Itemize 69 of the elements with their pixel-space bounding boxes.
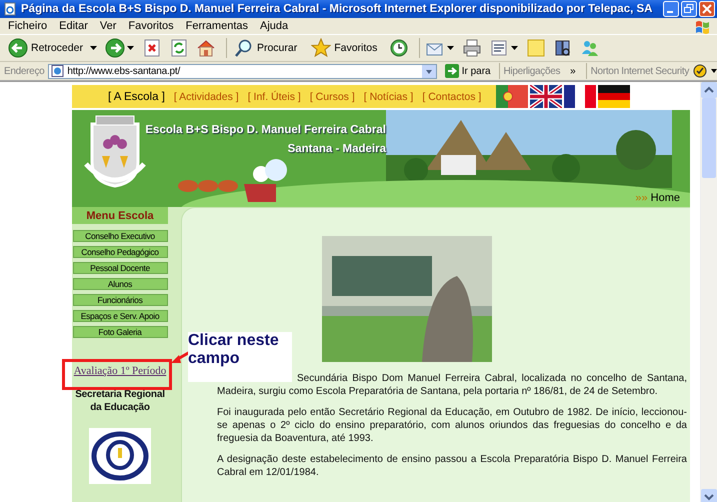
menu-item[interactable]: Conselho Executivo bbox=[72, 230, 168, 242]
nav-link[interactable]: [ Contactos ] bbox=[422, 90, 482, 102]
uk-flag-icon[interactable] bbox=[530, 85, 562, 108]
home-icon[interactable] bbox=[196, 38, 216, 58]
caret-icon[interactable] bbox=[90, 46, 97, 50]
go-button[interactable]: Ir para bbox=[440, 64, 495, 78]
breadcrumb-marker: »» bbox=[635, 192, 648, 204]
norton-icon[interactable] bbox=[693, 64, 708, 78]
menu-item[interactable]: Ferramentas bbox=[180, 20, 254, 32]
page-icon bbox=[3, 2, 17, 16]
school-title: Escola B+S Bispo D. Manuel Ferreira Cabral bbox=[145, 124, 386, 136]
caret-icon[interactable] bbox=[711, 69, 717, 73]
scroll-down-icon[interactable] bbox=[701, 489, 717, 502]
paragraph: A designação deste estabelecimento de ensino passou a Escola Preparatória Bispo D. Manuel Ferreira Cabral em 12/01/1984. bbox=[217, 453, 687, 479]
home-link[interactable]: Home bbox=[650, 192, 680, 204]
menu-item[interactable]: Favoritos bbox=[122, 20, 180, 32]
caret-icon[interactable] bbox=[511, 46, 518, 50]
scroll-up-icon[interactable] bbox=[701, 82, 717, 98]
nav-link[interactable]: [ A Escola ] bbox=[108, 90, 165, 102]
menu-item[interactable]: Espaços e Serv. Apoio bbox=[72, 310, 168, 322]
menu-item[interactable]: Conselho Pedagógico bbox=[72, 246, 168, 258]
menu-heading: Menu Escola bbox=[72, 207, 168, 224]
search-icon bbox=[234, 38, 254, 58]
menu-item[interactable]: Foto Galeria bbox=[72, 326, 168, 338]
minimize-button[interactable] bbox=[663, 1, 679, 17]
back-button[interactable]: Retroceder bbox=[6, 37, 85, 59]
close-button[interactable] bbox=[699, 1, 715, 17]
nav-link[interactable]: [ Inf. Úteis ] bbox=[248, 90, 301, 102]
location-subtitle: Santana - Madeira bbox=[288, 143, 386, 155]
instruction-callout: Clicar neste campo bbox=[188, 332, 292, 382]
search-button[interactable]: Procurar bbox=[232, 37, 300, 59]
menu-item[interactable]: Funcionários bbox=[72, 294, 168, 306]
windows-logo-icon bbox=[694, 18, 712, 34]
address-label: Endereço bbox=[4, 66, 44, 76]
favorites-button[interactable]: Favoritos bbox=[309, 37, 380, 59]
scrollbar[interactable] bbox=[700, 82, 717, 502]
printer-icon[interactable] bbox=[462, 38, 482, 58]
germany-flag-icon[interactable] bbox=[598, 85, 630, 108]
nav-link[interactable]: [ Cursos ] bbox=[310, 90, 355, 102]
maximize-button[interactable] bbox=[681, 1, 697, 17]
secretaria-label: Secretaria Regional da Educação bbox=[74, 388, 166, 414]
scrollbar-thumb[interactable] bbox=[702, 98, 716, 178]
paragraph: Foi inaugurada pelo então Secretário Regional da Educação, em Outubro de 1982. De início, leccionou-se apenas o 2º ciclo do ensino preparatório, com alunos oriundos das freguesias do concelho e da freguesia da Boaventura, até 1993. bbox=[217, 406, 687, 445]
emblem-logo bbox=[89, 428, 151, 484]
portugal-flag-icon[interactable] bbox=[496, 85, 528, 108]
back-icon bbox=[8, 38, 28, 58]
forward-icon[interactable] bbox=[104, 38, 125, 58]
menu-item[interactable]: Ajuda bbox=[254, 20, 294, 32]
clock-icon[interactable] bbox=[389, 38, 410, 58]
nav-link[interactable]: [ Notícias ] bbox=[364, 90, 414, 102]
stop-icon[interactable] bbox=[142, 38, 162, 58]
evaluation-link[interactable]: Avaliação 1º Período bbox=[74, 365, 166, 377]
star-icon bbox=[311, 38, 332, 58]
menu-item[interactable]: Editar bbox=[53, 20, 94, 32]
menu-item[interactable]: Ficheiro bbox=[2, 20, 54, 32]
window-title: Página da Escola B+S Bispo D. Manuel Ferreira Cabral - Microsoft Internet Explorer disponibilizado por Telepac, SA bbox=[21, 3, 654, 15]
arrow-right-icon bbox=[444, 64, 459, 78]
france-flag-icon[interactable] bbox=[564, 85, 596, 108]
refresh-icon[interactable] bbox=[168, 38, 189, 58]
address-field[interactable]: http://www.ebs-santana.pt/ bbox=[48, 64, 437, 78]
caret-icon[interactable] bbox=[447, 46, 454, 50]
chevron-icon[interactable]: » bbox=[570, 66, 576, 76]
menu-item[interactable]: Pessoal Docente bbox=[72, 262, 168, 274]
menu-item[interactable]: Alunos bbox=[72, 278, 168, 290]
menu-item[interactable]: Ver bbox=[94, 20, 122, 32]
page-icon bbox=[51, 65, 64, 77]
nav-link[interactable]: [ Actividades ] bbox=[174, 90, 239, 102]
document-icon[interactable] bbox=[489, 38, 510, 58]
caret-icon[interactable] bbox=[126, 46, 134, 50]
